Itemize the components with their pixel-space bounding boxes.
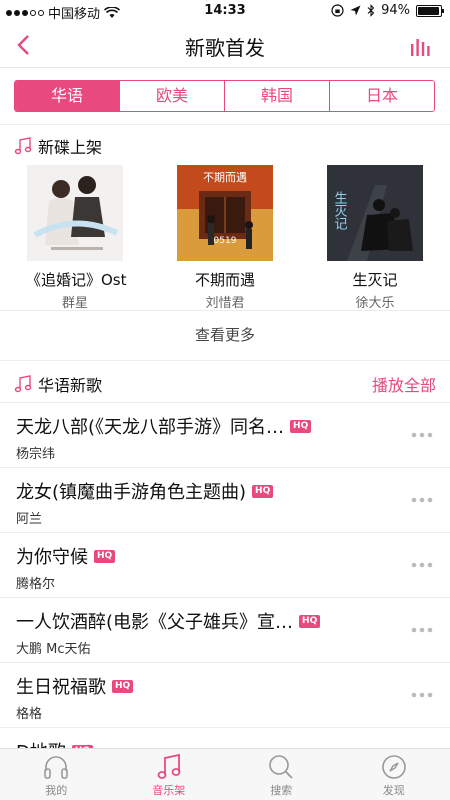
music-note-icon xyxy=(157,753,181,779)
song-artist: 腾格尔 xyxy=(16,577,56,592)
search-icon xyxy=(269,755,293,779)
section-title: 华语新歌 xyxy=(38,376,103,395)
status-bar: 中国移动 14:33 94% xyxy=(0,0,450,22)
play-all-button[interactable]: 播放全部 xyxy=(372,372,436,396)
tabbar-label: 发现 xyxy=(382,784,405,797)
album-artist: 徐大乐 xyxy=(355,296,395,311)
tabbar-label: 音乐架 xyxy=(152,784,186,797)
section-title: 新碟上架 xyxy=(38,138,103,157)
song-title: 为你守候 xyxy=(16,547,88,568)
more-icon[interactable] xyxy=(410,496,434,504)
album-title: 不期而遇 xyxy=(194,271,255,289)
album-cover: 不期而遇 0519 xyxy=(177,165,273,261)
tab-korean[interactable]: 韩国 xyxy=(224,81,329,111)
orientation-lock-icon xyxy=(331,4,344,17)
view-more-button[interactable]: 查看更多 xyxy=(0,310,450,360)
music-note-icon xyxy=(14,137,32,155)
song-title: 一人饮酒醉(电影《父子雄兵》宣… xyxy=(16,612,294,633)
album-card[interactable]: 不期而遇 0519 不期而遇 刘惜君 xyxy=(176,165,274,311)
song-title-row: 一人饮酒醉(电影《父子雄兵》宣… HQ xyxy=(16,608,321,634)
battery-percent: 94% xyxy=(381,3,410,18)
tabbar-label: 搜索 xyxy=(270,784,293,797)
album-title: 《追婚记》Ost xyxy=(26,271,127,289)
cover-title: 生灭记 xyxy=(332,191,348,230)
hq-badge: HQ xyxy=(299,614,321,628)
new-albums-header: 新碟上架 xyxy=(14,134,102,158)
song-artist: 阿兰 xyxy=(16,512,43,527)
tabbar-item-discover[interactable]: 发现 xyxy=(338,749,450,800)
region-tabs: 华语 欧美 韩国 日本 xyxy=(14,80,435,112)
compass-icon xyxy=(381,755,406,779)
hq-badge: HQ xyxy=(290,419,312,433)
album-cover xyxy=(27,165,123,261)
song-row[interactable]: 为你守候 HQ 腾格尔 xyxy=(0,533,450,598)
song-row[interactable]: 一人饮酒醉(电影《父子雄兵》宣… HQ 大鹏 Mc天佑 xyxy=(0,598,450,663)
more-icon[interactable] xyxy=(410,691,434,699)
more-icon[interactable] xyxy=(410,431,434,439)
song-artist: 格格 xyxy=(16,707,43,722)
cover-title: 不期而遇 xyxy=(203,171,247,184)
navigation-bar: 新歌首发 xyxy=(0,22,450,68)
new-songs-header: 华语新歌 xyxy=(14,372,102,396)
headphones-icon xyxy=(44,756,69,779)
song-title: 天龙八部(《天龙八部手游》同名… xyxy=(16,417,285,438)
song-row[interactable]: 生日祝福歌 HQ 格格 xyxy=(0,663,450,728)
hq-badge: HQ xyxy=(252,484,274,498)
song-title-row: 天龙八部(《天龙八部手游》同名… HQ xyxy=(16,413,312,439)
music-note-icon xyxy=(14,375,32,393)
tab-japanese[interactable]: 日本 xyxy=(329,81,434,111)
bottom-tab-bar: 我的 音乐架 搜索 发现 xyxy=(0,748,450,800)
cover-code: 0519 xyxy=(214,236,237,246)
divider xyxy=(0,124,450,125)
song-artist: 大鹏 Mc天佑 xyxy=(16,642,91,657)
song-title: 龙女(镇魔曲手游角色主题曲) xyxy=(16,482,247,503)
tabbar-label: 我的 xyxy=(45,784,68,797)
album-title: 生灭记 xyxy=(352,271,398,289)
divider xyxy=(0,360,450,361)
album-list: 《追婚记》Ost 群星 不期而遇 0519 不期而遇 刘惜君 生灭记 生灭记 徐… xyxy=(0,165,450,311)
album-cover: 生灭记 xyxy=(327,165,423,261)
location-icon xyxy=(350,5,361,16)
hq-badge: HQ xyxy=(94,549,116,563)
song-title-row: 为你守候 HQ xyxy=(16,543,116,569)
bluetooth-icon xyxy=(367,4,375,17)
page-title: 新歌首发 xyxy=(185,36,265,60)
song-row[interactable]: 龙女(镇魔曲手游角色主题曲) HQ 阿兰 xyxy=(0,468,450,533)
album-card[interactable]: 生灭记 生灭记 徐大乐 xyxy=(326,165,424,311)
song-artist: 杨宗纬 xyxy=(16,447,56,462)
tab-chinese[interactable]: 华语 xyxy=(15,81,119,111)
more-icon[interactable] xyxy=(410,626,434,634)
album-artist: 群星 xyxy=(61,296,88,311)
song-row[interactable]: 天龙八部(《天龙八部手游》同名… HQ 杨宗纬 xyxy=(0,403,450,468)
tabbar-item-search[interactable]: 搜索 xyxy=(225,749,338,800)
album-artist: 刘惜君 xyxy=(205,296,245,311)
album-card[interactable]: 《追婚记》Ost 群星 xyxy=(26,165,127,311)
song-title-row: 生日祝福歌 HQ xyxy=(16,673,134,699)
song-title: 生日祝福歌 xyxy=(16,677,106,698)
tabbar-item-mine[interactable]: 我的 xyxy=(0,749,113,800)
tab-western[interactable]: 欧美 xyxy=(119,81,224,111)
now-playing-icon[interactable] xyxy=(410,36,432,56)
status-right: 94% xyxy=(331,3,444,18)
hq-badge: HQ xyxy=(112,679,134,693)
song-title-row: 龙女(镇魔曲手游角色主题曲) HQ xyxy=(16,478,274,504)
more-icon[interactable] xyxy=(410,561,434,569)
tabbar-item-music-shelf[interactable]: 音乐架 xyxy=(113,749,226,800)
battery-icon xyxy=(416,4,444,17)
